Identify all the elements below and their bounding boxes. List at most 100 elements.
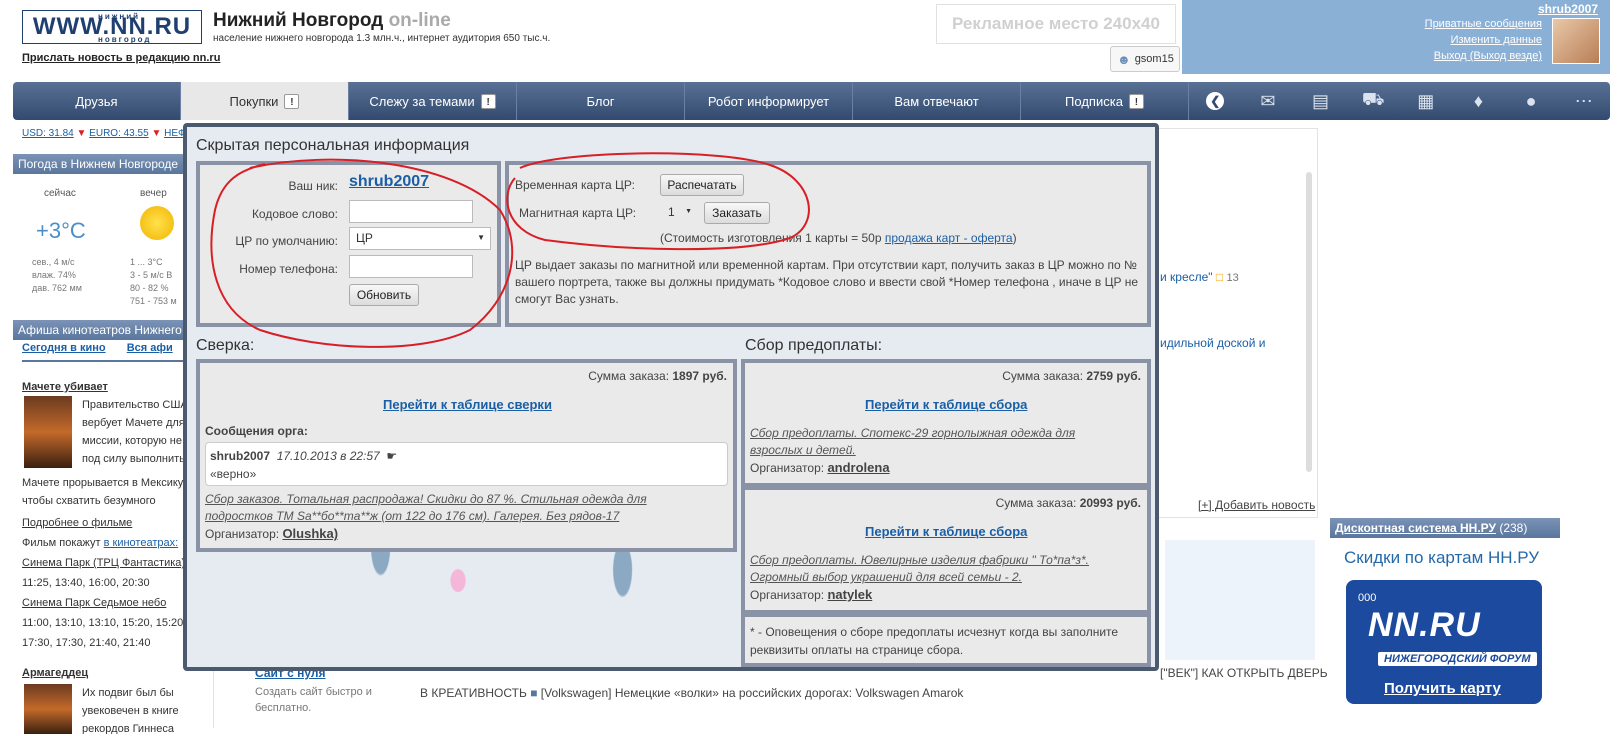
personal-info-panel: Ваш ник: shrub2007 Кодовое слово: ЦР по … [196,161,501,327]
cinema2-times1: 11:00, 13:10, 13:10, 15:20, 15:20, [22,617,187,629]
temp-card-label: Временная карта ЦР: [515,178,635,192]
in-cinemas-link[interactable]: в кинотеатрах: [104,537,179,549]
prepay2-table-link[interactable]: Перейти к таблице сбора [865,524,1027,539]
usd-rate[interactable]: USD: 31.84 [22,128,74,139]
tab-all[interactable]: Вся афи [127,342,173,354]
prepay2-purchase-link[interactable]: Сбор предоплаты. Ювелирные изделия фабри… [750,552,1120,586]
location-icon[interactable]: ● [1513,82,1549,120]
euro-rate[interactable]: EURO: 43.55 [89,128,148,139]
prepay-panel-2: Сумма заказа: 20993 руб. Перейти к табли… [741,486,1151,614]
cinema1-link[interactable]: Синема Парк (ТРЦ Фантастика) [22,554,185,572]
news-scrollbar[interactable] [1306,172,1312,472]
shown-in: Фильм покажут в кинотеатрах: [22,537,179,549]
ticker-item[interactable]: В КРЕАТИВНОСТЬ ■ [Volkswagen] Немецкие «… [420,686,963,700]
nav-robot[interactable]: Робот информирует [685,82,853,120]
org-messages-label: Сообщения орга: [205,424,308,438]
building-icon[interactable]: ▦ [1408,82,1444,120]
code-label: Кодовое слово: [251,207,338,221]
username-link[interactable]: shrub2007 [1538,2,1598,16]
ticker-item[interactable]: ["ВЕК"] КАК ОТКРЫТЬ ДВЕРЬ [1160,666,1328,680]
sverka-table-link[interactable]: Перейти к таблице сверки [383,397,552,412]
chevron-down-icon: ▼ [685,208,692,215]
nav-watched-topics[interactable]: Слежу за темами! [349,82,517,120]
update-button[interactable]: Обновить [349,284,419,306]
weather-evening-stats: 1 ... 3°C 3 - 5 м/с В 80 - 82 % 751 - 753 м [130,257,177,306]
org-message: shrub2007 17.10.2013 в 22:57 ☛ «верно» [205,442,728,486]
quantity-select[interactable]: 1 ▼ [662,202,696,224]
back-icon[interactable]: ❮ [1197,82,1233,120]
nav-friends[interactable]: Друзья [13,82,181,120]
order-button[interactable]: Заказать [704,202,770,224]
add-news-link[interactable]: [+] Добавить новость [1198,498,1315,512]
movie2-title[interactable]: Армагеддец [22,664,88,682]
news-item[interactable]: и кресле" □ 13 [1160,270,1239,284]
logo-top-text: нижний [98,12,141,21]
prepay-footnote-panel: * - Оповещения о сборе предоплаты исчезн… [741,613,1151,667]
user-panel: shrub2007 Приватные сообщения Изменить д… [1182,0,1610,74]
organizer-link[interactable]: androlena [827,460,889,475]
private-messages-link[interactable]: Приватные сообщения [1425,18,1542,30]
cards-panel: Временная карта ЦР: Распечатать Магнитна… [505,161,1151,327]
movie1-desc: Правительство США вербует Мачете для мис… [82,399,188,465]
sverka-purchase-link[interactable]: Сбор заказов. Тотальная распродажа! Скид… [205,491,705,525]
sverka-panel: Сумма заказа: 1897 руб. Перейти к таблиц… [196,359,737,552]
more-icon[interactable]: ⋯ [1566,82,1602,120]
code-word-input[interactable] [349,200,473,223]
nav-purchases[interactable]: Покупки! [181,82,349,120]
tab-today[interactable]: Сегодня в кино [22,342,106,354]
movie1-title[interactable]: Мачете убивает [22,378,108,396]
hidden-info-title: Скрытая персональная информация [196,137,470,154]
movie2-desc: Их подвиг был бы увековечен в книге реко… [82,687,179,734]
cinema-tabs: Сегодня в кино Вся афи [22,342,173,354]
get-card-link[interactable]: Получить карту [1384,680,1501,697]
chat-icon[interactable]: ✉ [1250,82,1286,120]
tag-icon[interactable]: ♦ [1460,82,1496,120]
logout-link[interactable]: Выход (Выход везде) [1434,50,1542,62]
nav-subscription[interactable]: Подписка! [1021,82,1189,120]
more-about-movie-link[interactable]: Подробнее о фильме [22,514,132,532]
nick-link[interactable]: shrub2007 [349,173,429,191]
cp-select[interactable]: ЦР ▼ [349,227,491,250]
logo-bottom-text: новгород [98,35,152,44]
edit-profile-link[interactable]: Изменить данные [1451,34,1542,46]
site-logo[interactable]: нижний WWW.NN.RU новгород [22,10,202,44]
user-icon: ☻ [1117,51,1131,67]
mag-card-label: Магнитная карта ЦР: [519,206,637,220]
discount-header[interactable]: Дисконтная система НН.РУ (238) [1330,518,1560,538]
promo-text: Создать сайт быстро и бесплатно. [255,686,372,714]
discount-card[interactable]: 000 NN.RU НИЖЕГОРОДСКИЙ ФОРУМ Получить к… [1346,580,1542,704]
prepay1-table-link[interactable]: Перейти к таблице сбора [865,397,1027,412]
document-icon[interactable]: ▤ [1303,82,1339,120]
organizer-link[interactable]: Olushka) [282,526,338,541]
cards-info: ЦР выдает заказы по магнитной или времен… [515,258,1139,306]
sverka-sum: Сумма заказа: 1897 руб. [588,369,727,383]
news-item[interactable]: идильной доской и [1160,336,1265,350]
prepay1-purchase-link[interactable]: Сбор предоплаты. Спотекс-29 горнолыжная … [750,425,1080,459]
account-switcher[interactable]: ☻ gsom15 [1110,46,1180,72]
movie1-poster[interactable] [24,396,72,468]
message-author[interactable]: shrub2007 [210,449,270,463]
nick-label: Ваш ник: [288,179,338,193]
weather-evening-label: вечер [140,188,167,199]
cinema2-link[interactable]: Синема Парк Седьмое небо [22,594,166,612]
avatar[interactable] [1552,18,1600,64]
print-button[interactable]: Распечатать [660,174,744,196]
site-title-suffix: on-line [388,10,451,31]
message-date: 17.10.2013 в 22:57 [276,449,380,463]
news-list [1158,128,1318,518]
cost-note: (Стоимость изготовления 1 карты = 50р пр… [660,231,1017,245]
car-icon[interactable]: ⛟ [1355,82,1391,120]
phone-input[interactable] [349,255,473,278]
weather-temp: +3°C [36,218,86,243]
weather-now-label: сейчас [44,188,76,199]
send-news-link[interactable]: Прислать новость в редакцию nn.ru [22,52,220,64]
ad-placeholder[interactable]: Рекламное место 240x40 [936,4,1176,44]
offer-link[interactable]: продажа карт - оферта [885,231,1013,245]
movie2-poster[interactable] [24,684,72,734]
sverka-organizer: Организатор: Olushka) [205,526,339,541]
prepay2-organizer: Организатор: natylek [750,587,873,602]
prepay1-sum: Сумма заказа: 2759 руб. [1002,369,1141,383]
nav-blog[interactable]: Блог [517,82,685,120]
organizer-link[interactable]: natylek [827,587,872,602]
nav-replies[interactable]: Вам отвечают [853,82,1021,120]
